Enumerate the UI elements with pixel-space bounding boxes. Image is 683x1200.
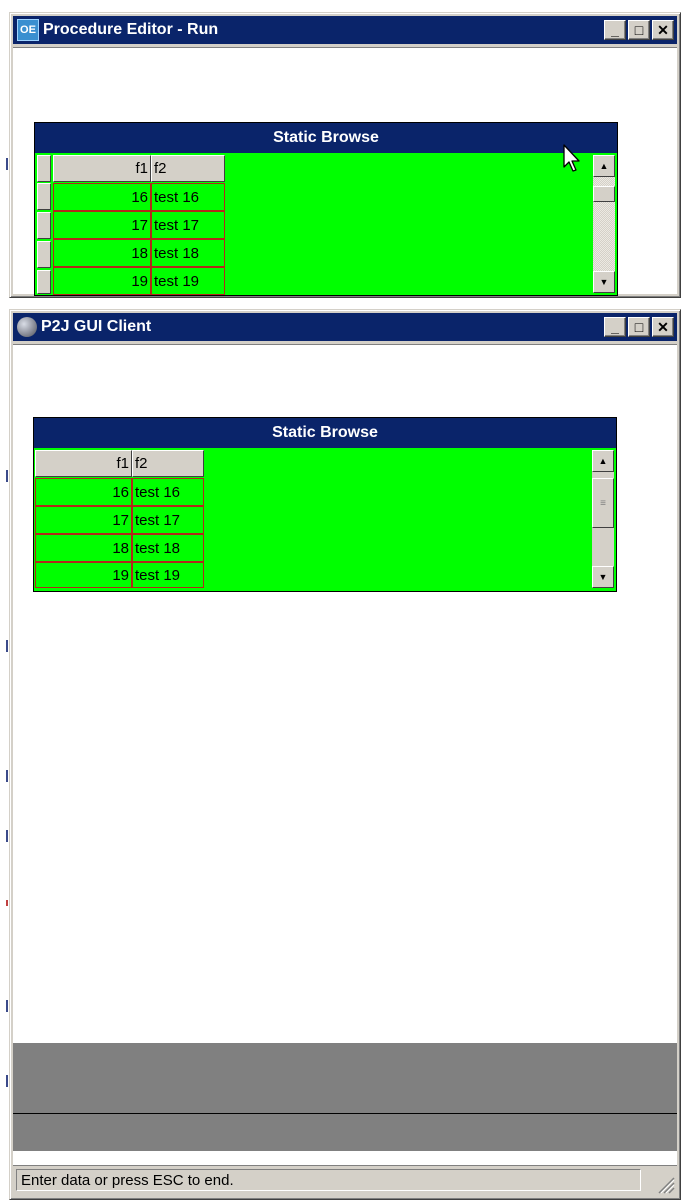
- cell-f1[interactable]: 16: [35, 478, 132, 506]
- column-header-f2[interactable]: f2: [151, 155, 225, 182]
- vertical-scrollbar[interactable]: ▲ ▼: [593, 153, 615, 295]
- row-selector[interactable]: [37, 270, 51, 294]
- mouse-pointer-icon: [563, 144, 580, 172]
- scroll-up-arrow-icon[interactable]: ▲: [593, 155, 615, 177]
- status-bar: Enter data or press ESC to end.: [13, 1165, 677, 1196]
- window-client-area: Static Browse f1 f2 16 test 16 17 test 1…: [13, 344, 677, 1196]
- cell-f1[interactable]: 18: [35, 534, 132, 562]
- message-area: [13, 1043, 677, 1151]
- scroll-thumb[interactable]: [593, 186, 615, 202]
- p2j-gui-client-window: P2J GUI Client _ □ ✕ Static Browse f1 f2…: [9, 309, 681, 1200]
- maximize-button[interactable]: □: [628, 317, 650, 337]
- static-browse[interactable]: Static Browse f1 f2 16 test 16 17 test 1…: [33, 417, 617, 592]
- static-browse[interactable]: Static Browse f1 f2 16 test 16 17 test 1…: [34, 122, 618, 296]
- browse-grid[interactable]: f1 f2 16 test 16 17 test 17 18 test 18 1…: [34, 448, 616, 591]
- message-divider: [13, 1113, 677, 1114]
- column-header-f1[interactable]: f1: [53, 155, 151, 182]
- cell-f1[interactable]: 19: [35, 562, 132, 588]
- browse-title: Static Browse: [34, 418, 616, 448]
- cell-f2[interactable]: test 17: [151, 211, 225, 239]
- scroll-up-arrow-icon[interactable]: ▲: [592, 450, 614, 472]
- size-grip-icon[interactable]: [653, 1172, 675, 1194]
- scroll-thumb-grip-icon[interactable]: ≡: [592, 478, 614, 528]
- close-button[interactable]: ✕: [652, 317, 674, 337]
- maximize-button[interactable]: □: [628, 20, 650, 40]
- column-header-f2[interactable]: f2: [132, 450, 204, 477]
- window-title: P2J GUI Client: [41, 318, 152, 335]
- scroll-down-arrow-icon[interactable]: ▼: [592, 566, 614, 588]
- cell-f1[interactable]: 16: [53, 183, 151, 211]
- cell-f2[interactable]: test 19: [132, 562, 204, 588]
- row-selector[interactable]: [37, 183, 51, 210]
- header-row-selector: [37, 155, 51, 182]
- cell-f2[interactable]: test 19: [151, 267, 225, 295]
- vertical-scrollbar[interactable]: ▲ ≡ ▼: [592, 448, 614, 591]
- desktop-edge: [6, 158, 8, 1087]
- browse-title: Static Browse: [35, 123, 617, 153]
- cell-f2[interactable]: test 17: [132, 506, 204, 534]
- close-button[interactable]: ✕: [652, 20, 674, 40]
- row-selector[interactable]: [37, 241, 51, 268]
- cell-f1[interactable]: 17: [35, 506, 132, 534]
- window-title: Procedure Editor - Run: [43, 21, 219, 38]
- oe-app-icon: OE: [17, 19, 39, 41]
- cell-f2[interactable]: test 16: [132, 478, 204, 506]
- scroll-down-arrow-icon[interactable]: ▼: [593, 271, 615, 293]
- cell-f1[interactable]: 18: [53, 239, 151, 267]
- minimize-button[interactable]: _: [604, 20, 626, 40]
- row-selector[interactable]: [37, 212, 51, 239]
- window-titlebar[interactable]: OE Procedure Editor - Run _ □ ✕: [13, 16, 677, 44]
- browse-grid[interactable]: f1 f2 16 test 16 17 test 17 18 test 18 1…: [35, 153, 617, 295]
- globe-icon: [17, 317, 37, 337]
- minimize-button[interactable]: _: [604, 317, 626, 337]
- cell-f1[interactable]: 19: [53, 267, 151, 295]
- column-header-f1[interactable]: f1: [35, 450, 132, 477]
- cell-f1[interactable]: 17: [53, 211, 151, 239]
- cell-f2[interactable]: test 18: [151, 239, 225, 267]
- cell-f2[interactable]: test 18: [132, 534, 204, 562]
- cell-f2[interactable]: test 16: [151, 183, 225, 211]
- status-message: Enter data or press ESC to end.: [16, 1169, 641, 1191]
- window-titlebar[interactable]: P2J GUI Client _ □ ✕: [13, 313, 677, 341]
